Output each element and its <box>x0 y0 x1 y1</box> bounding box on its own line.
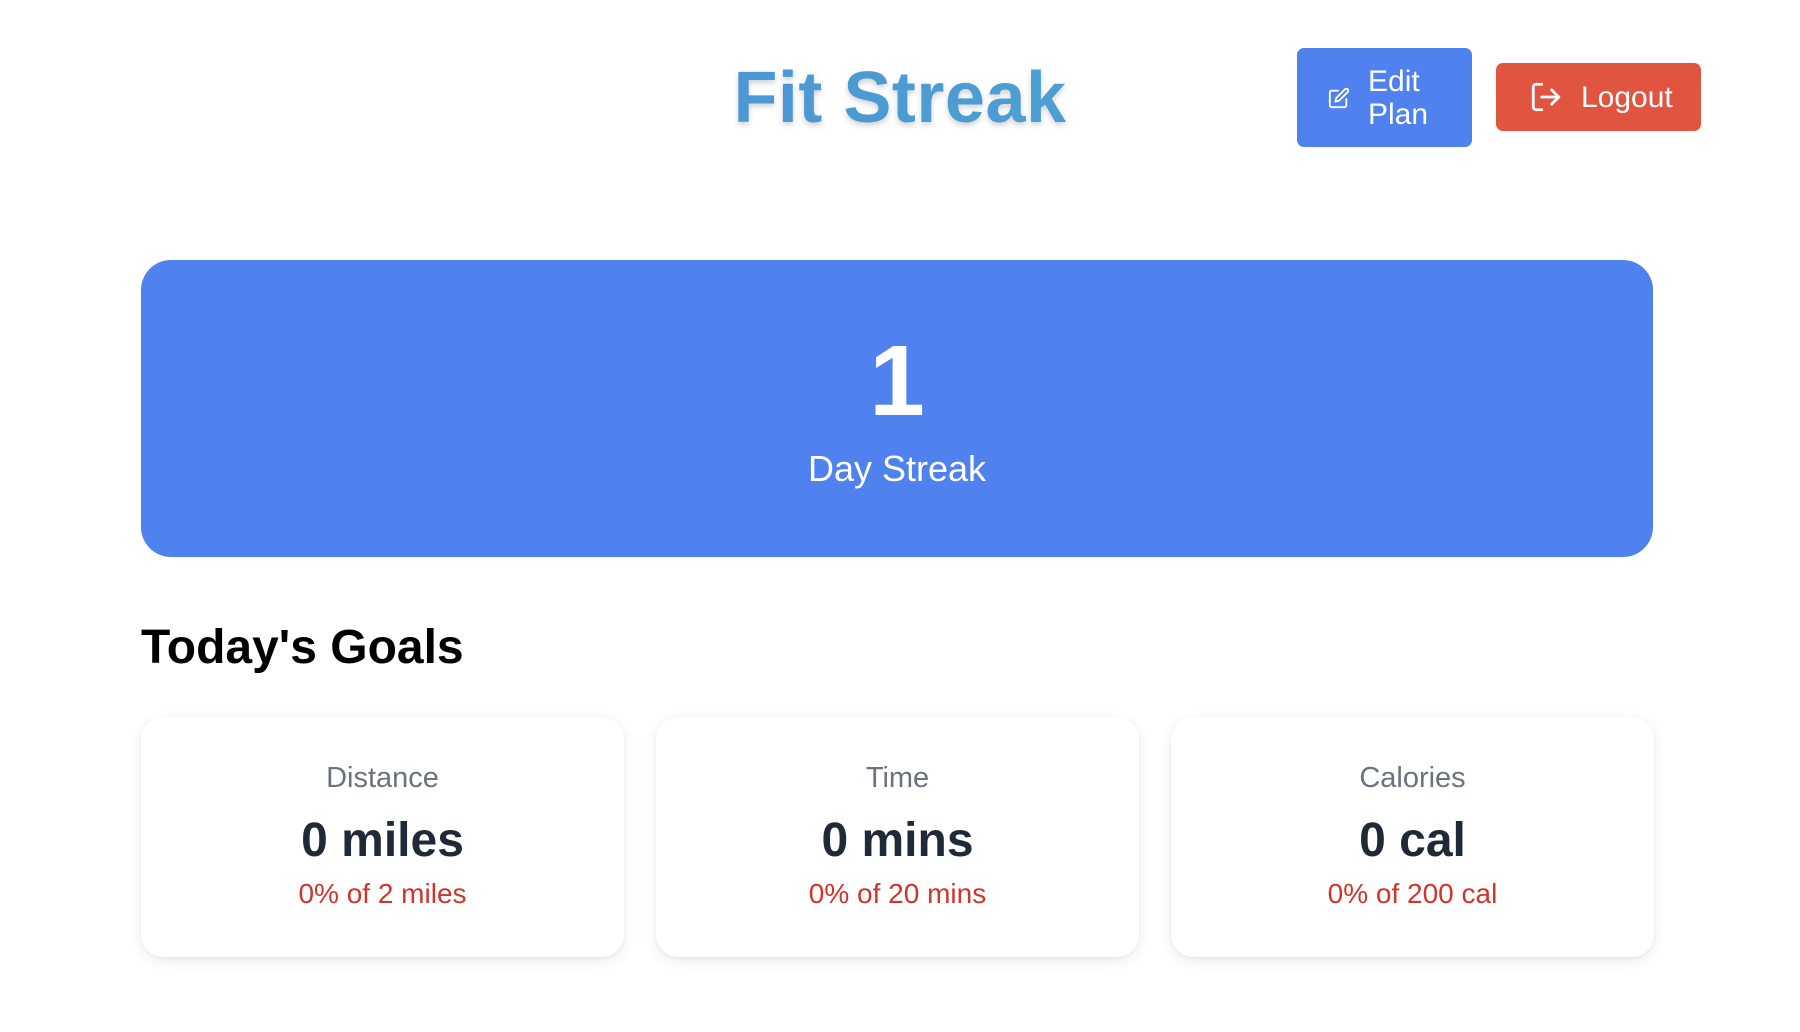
edit-plan-button[interactable]: Edit Plan <box>1297 48 1472 147</box>
goal-value: 0 miles <box>301 814 464 867</box>
streak-label: Day Streak <box>807 448 987 489</box>
goal-value: 0 cal <box>1359 814 1466 867</box>
goal-progress: 0% of 200 cal <box>1327 878 1498 909</box>
goal-card-time: Time 0 mins 0% of 20 mins <box>656 717 1139 957</box>
app-page: Fit Streak Edit Plan Logout 1 Day Streak… <box>0 0 1800 1032</box>
logout-label: Logout <box>1581 80 1673 114</box>
goal-card-calories: Calories 0 cal 0% of 200 cal <box>1171 717 1654 957</box>
logout-icon <box>1529 80 1563 114</box>
goal-name: Distance <box>326 762 439 794</box>
goal-card-distance: Distance 0 miles 0% of 2 miles <box>141 717 624 957</box>
goal-progress: 0% of 20 mins <box>808 878 987 909</box>
streak-card: 1 Day Streak <box>141 260 1653 557</box>
edit-icon <box>1328 87 1350 109</box>
logout-button[interactable]: Logout <box>1496 63 1701 131</box>
streak-count: 1 <box>869 325 925 437</box>
goal-progress: 0% of 2 miles <box>298 878 467 909</box>
goal-name: Time <box>865 762 930 794</box>
goal-value: 0 mins <box>821 814 974 867</box>
edit-plan-label: Edit Plan <box>1368 64 1429 131</box>
goal-name: Calories <box>1359 762 1466 794</box>
goals-heading: Today's Goals <box>141 621 464 674</box>
